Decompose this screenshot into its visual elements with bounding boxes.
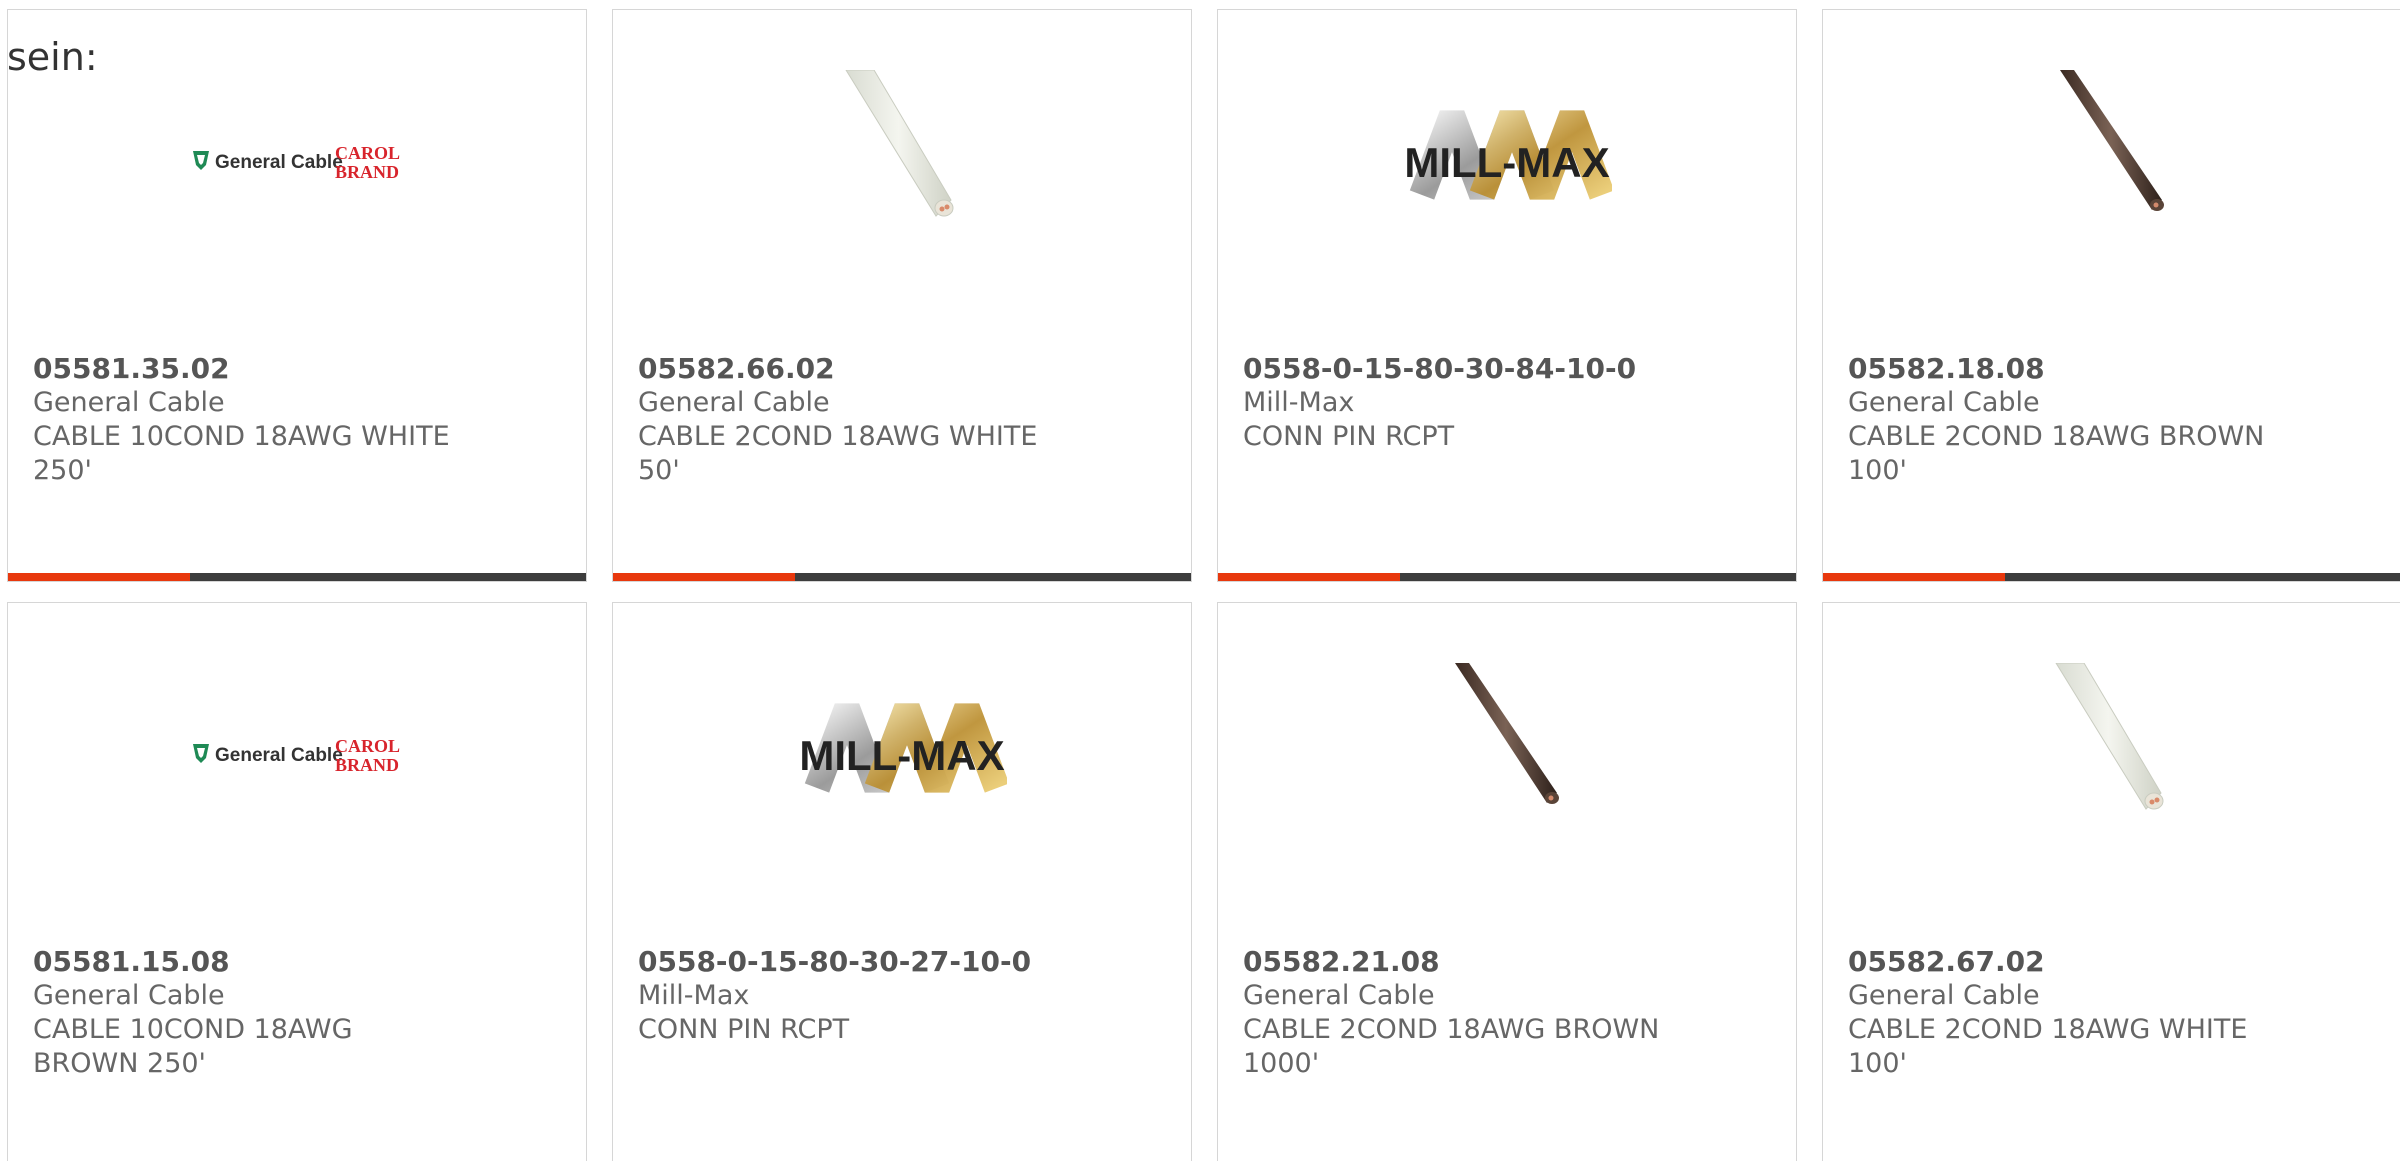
mill-max-logo: MILL-MAX: [613, 663, 1191, 843]
part-number[interactable]: 05582.18.08: [1848, 352, 2278, 386]
manufacturer: General Cable: [33, 980, 225, 1011]
manufacturer: General Cable: [33, 387, 225, 418]
description: CABLE 10COND 18AWG WHITE 250': [33, 421, 450, 486]
manufacturer: Mill-Max: [1243, 387, 1355, 418]
description: CONN PIN RCPT: [638, 1014, 850, 1045]
product-card[interactable]: General Cable CAROL BRAND 05581.35.02 Ge…: [7, 9, 587, 582]
part-number[interactable]: 05581.15.08: [33, 945, 463, 979]
product-info: 0558-0-15-80-30-84-10-0 Mill-Max CONN PI…: [1243, 352, 1673, 454]
description: CABLE 2COND 18AWG BROWN 100': [1848, 421, 2265, 486]
part-number[interactable]: 0558-0-15-80-30-84-10-0: [1243, 352, 1673, 386]
card-bar: [1823, 573, 2400, 581]
general-cable-carol-brand-logo: General Cable CAROL BRAND: [8, 663, 586, 843]
product-info: 05581.15.08 General Cable CABLE 10COND 1…: [33, 945, 463, 1081]
manufacturer: Mill-Max: [638, 980, 750, 1011]
card-bar-accent: [8, 573, 190, 581]
product-info: 05582.67.02 General Cable CABLE 2COND 18…: [1848, 945, 2278, 1081]
brown-cable-photo: [1823, 70, 2400, 250]
logo-text-mill-max: MILL-MAX: [799, 732, 1004, 779]
product-card[interactable]: MILL-MAX 0558-0-15-80-30-84-10-0 Mill-Ma…: [1217, 9, 1797, 582]
part-number[interactable]: 05582.66.02: [638, 352, 1068, 386]
white-cable-photo: [613, 70, 1191, 250]
description: CABLE 10COND 18AWG BROWN 250': [33, 1014, 353, 1079]
product-card[interactable]: 05582.21.08 General Cable CABLE 2COND 18…: [1217, 602, 1797, 1161]
description: CABLE 2COND 18AWG WHITE 50': [638, 421, 1038, 486]
card-bar-accent: [1218, 573, 1400, 581]
product-info: 0558-0-15-80-30-27-10-0 Mill-Max CONN PI…: [638, 945, 1068, 1047]
description: CABLE 2COND 18AWG WHITE 100': [1848, 1014, 2248, 1079]
white-cable-photo: [1823, 663, 2400, 843]
mill-max-logo: MILL-MAX: [1218, 70, 1796, 250]
logo-text-brand: BRAND: [335, 755, 399, 775]
card-bar: [1218, 573, 1796, 581]
product-card[interactable]: 05582.67.02 General Cable CABLE 2COND 18…: [1822, 602, 2400, 1161]
logo-text-general-cable: General Cable: [215, 152, 343, 173]
part-number[interactable]: 05582.67.02: [1848, 945, 2278, 979]
product-card[interactable]: 05582.66.02 General Cable CABLE 2COND 18…: [612, 9, 1192, 582]
logo-text-brand: BRAND: [335, 162, 399, 182]
description: CONN PIN RCPT: [1243, 421, 1455, 452]
part-number[interactable]: 05581.35.02: [33, 352, 463, 386]
manufacturer: General Cable: [1848, 980, 2040, 1011]
logo-text-mill-max: MILL-MAX: [1404, 139, 1609, 186]
product-info: 05582.21.08 General Cable CABLE 2COND 18…: [1243, 945, 1673, 1081]
logo-text-carol: CAROL: [335, 143, 400, 163]
product-card[interactable]: MILL-MAX 0558-0-15-80-30-27-10-0 Mill-Ma…: [612, 602, 1192, 1161]
logo-text-general-cable: General Cable: [215, 745, 343, 766]
brown-cable-photo: [1218, 663, 1796, 843]
manufacturer: General Cable: [1848, 387, 2040, 418]
page: sein: General Cable CAROL BRAND 05581.35…: [0, 0, 2400, 1161]
product-info: 05582.18.08 General Cable CABLE 2COND 18…: [1848, 352, 2278, 488]
product-info: 05582.66.02 General Cable CABLE 2COND 18…: [638, 352, 1068, 488]
card-bar-accent: [1823, 573, 2005, 581]
product-info: 05581.35.02 General Cable CABLE 10COND 1…: [33, 352, 463, 488]
card-bar-accent: [613, 573, 795, 581]
intro-text: sein:: [7, 35, 98, 79]
card-bar: [613, 573, 1191, 581]
card-bar: [8, 573, 586, 581]
logo-text-carol: CAROL: [335, 736, 400, 756]
part-number[interactable]: 0558-0-15-80-30-27-10-0: [638, 945, 1068, 979]
description: CABLE 2COND 18AWG BROWN 1000': [1243, 1014, 1660, 1079]
manufacturer: General Cable: [1243, 980, 1435, 1011]
general-cable-carol-brand-logo: General Cable CAROL BRAND: [8, 70, 586, 250]
manufacturer: General Cable: [638, 387, 830, 418]
product-card[interactable]: General Cable CAROL BRAND 05581.15.08 Ge…: [7, 602, 587, 1161]
part-number[interactable]: 05582.21.08: [1243, 945, 1673, 979]
product-grid: General Cable CAROL BRAND 05581.35.02 Ge…: [7, 9, 2400, 1161]
product-card[interactable]: 05582.18.08 General Cable CABLE 2COND 18…: [1822, 9, 2400, 582]
